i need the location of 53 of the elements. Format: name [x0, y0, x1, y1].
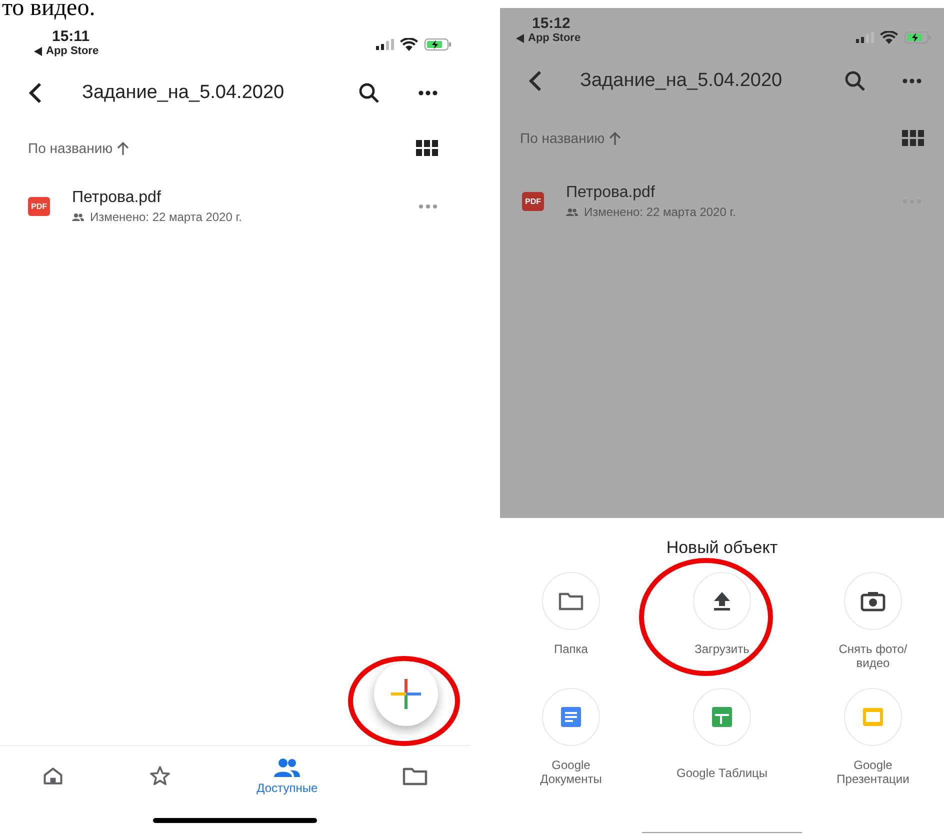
sort-label[interactable]: По названию: [28, 140, 113, 156]
back-chevron-icon[interactable]: [528, 70, 542, 92]
search-icon[interactable]: [844, 70, 866, 92]
status-time: 15:12: [531, 15, 572, 32]
spreadsheet-icon: [711, 706, 733, 728]
file-modified-date: Изменено: 22 марта 2020 г.: [584, 204, 736, 218]
pdf-file-icon: PDF: [28, 196, 50, 216]
sheet-title: Новый объект: [666, 538, 778, 558]
wifi-icon: [880, 31, 898, 44]
signal-icon: [856, 32, 874, 43]
grid-view-icon[interactable]: [902, 130, 924, 146]
sort-label[interactable]: По названию: [520, 130, 605, 146]
home-icon[interactable]: [42, 765, 64, 787]
wifi-icon: [400, 38, 418, 51]
star-icon[interactable]: [148, 764, 172, 788]
upload-icon: [713, 591, 731, 611]
grid-view-icon[interactable]: [416, 140, 438, 156]
back-triangle-icon[interactable]: [34, 46, 42, 56]
pdf-file-icon: PDF: [522, 192, 544, 210]
back-to-app-link[interactable]: App Store: [528, 32, 581, 44]
battery-icon: [424, 38, 452, 51]
folder-icon[interactable]: [402, 765, 428, 787]
nav-tab[interactable]: Доступные: [246, 753, 328, 799]
plus-icon: [391, 679, 421, 709]
arrow-up-icon[interactable]: [608, 131, 621, 145]
new-item-option[interactable]: Google Документы: [496, 688, 646, 798]
folder-title: Задание_на_5.04.2020: [580, 70, 784, 92]
new-item-option[interactable]: Загрузить: [646, 572, 798, 682]
people-icon[interactable]: [273, 757, 302, 779]
search-icon[interactable]: [358, 82, 380, 104]
signal-icon: [376, 39, 394, 50]
home-indicator[interactable]: [153, 818, 317, 822]
document-text: то видео.: [1, 0, 96, 18]
file-name[interactable]: Петрова.pdf: [72, 188, 396, 206]
back-triangle-icon[interactable]: [516, 34, 524, 42]
new-item-option[interactable]: Папка: [496, 572, 646, 682]
file-modified-date: Изменено: 22 марта 2020 г.: [90, 210, 242, 224]
new-item-option[interactable]: Google Презентации: [798, 688, 944, 798]
back-chevron-icon[interactable]: [28, 82, 42, 104]
new-item-option[interactable]: Google Таблицы: [646, 688, 798, 798]
file-name[interactable]: Петрова.pdf: [566, 184, 880, 202]
status-time: 15:11: [51, 28, 91, 45]
folder-icon: [558, 590, 584, 612]
document-icon: [560, 706, 582, 728]
new-item-option[interactable]: Снять фото/ видео: [798, 572, 944, 682]
arrow-up-icon[interactable]: [116, 141, 129, 155]
battery-icon: [904, 31, 932, 44]
folder-title: Задание_на_5.04.2020: [82, 82, 286, 104]
more-icon[interactable]: [418, 90, 438, 96]
back-to-app-link[interactable]: App Store: [46, 45, 99, 57]
camera-icon: [860, 590, 886, 612]
presentation-icon: [862, 707, 884, 727]
more-icon[interactable]: [902, 78, 922, 84]
